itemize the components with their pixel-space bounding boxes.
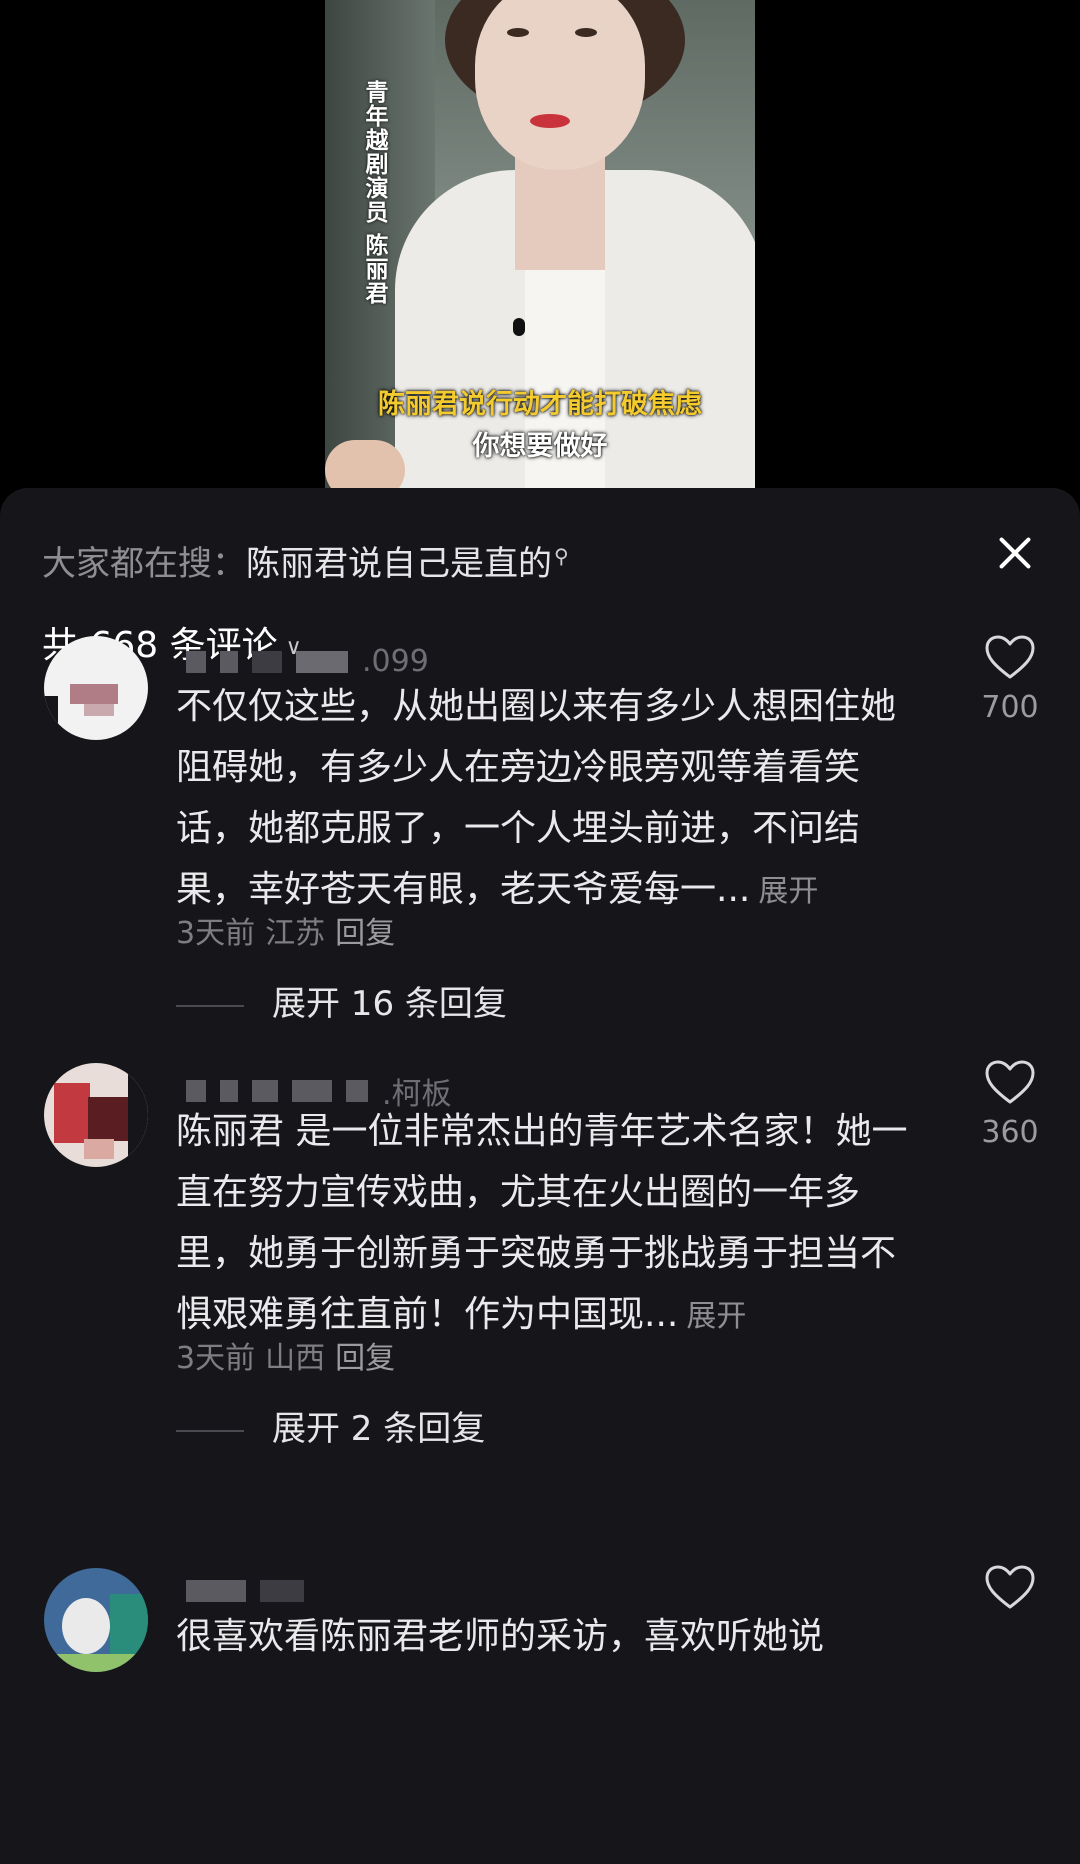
video-figure-lips <box>530 114 570 128</box>
close-icon[interactable] <box>990 528 1040 578</box>
comment-body: 陈丽君 是一位非常杰出的青年艺术名家！她一直在努力宣传戏曲，尤其在火出圈的一年多… <box>176 1111 908 1335</box>
trending-search-bar[interactable]: 大家都在搜：陈丽君说自己是直的 ⚲ <box>42 536 569 585</box>
comment-time: 3天前 <box>176 1341 256 1376</box>
video-vertical-title: 青年越剧演员 陈丽君 <box>361 80 387 306</box>
video-caption-white: 你想要做好 <box>472 431 608 462</box>
divider <box>176 1004 244 1007</box>
comment-text: 不仅仅这些，从她出圈以来有多少人想困住她阻碍她，有多少人在旁边冷眼旁观等着看笑话… <box>176 676 916 922</box>
video-figure-face <box>475 0 645 170</box>
avatar[interactable] <box>44 636 148 740</box>
expand-link[interactable]: 展开 <box>758 874 818 909</box>
heart-icon <box>985 635 1035 679</box>
comment-text: 很喜欢看陈丽君老师的采访，喜欢听她说 <box>176 1606 916 1667</box>
comment-text: 陈丽君 是一位非常杰出的青年艺术名家！她一直在努力宣传戏曲，尤其在火出圈的一年多… <box>176 1101 916 1347</box>
expand-replies-button[interactable]: 展开 16 条回复 <box>176 976 507 1025</box>
like-count: 360 <box>981 1115 1039 1150</box>
divider <box>176 1429 244 1432</box>
username-fragment: .099 <box>362 644 429 679</box>
comment-sheet: 大家都在搜：陈丽君说自己是直的 ⚲ 共 668 条评论 ∨ .099 不仅仅这些，从… <box>0 488 1080 1864</box>
comment-time: 3天前 <box>176 916 256 951</box>
reply-button[interactable]: 回复 <box>335 916 395 951</box>
heart-icon <box>985 1060 1035 1104</box>
expand-link[interactable]: 展开 <box>686 1299 746 1334</box>
comment-meta: 3天前 江苏 回复 <box>176 908 405 952</box>
video-figure-eye <box>507 28 529 37</box>
search-prefix: 大家都在搜： <box>42 544 246 584</box>
search-term-link[interactable]: 陈丽君说自己是直的 <box>246 544 552 584</box>
heart-icon <box>985 1565 1035 1609</box>
expand-replies-label: 展开 2 条回复 <box>272 1409 486 1449</box>
comment-location: 山西 <box>265 1341 326 1376</box>
video-caption-yellow: 陈丽君说行动才能打破焦虑 <box>378 389 702 420</box>
video-player[interactable]: 青年越剧演员 陈丽君 陈丽君说行动才能打破焦虑 你想要做好 <box>325 0 755 488</box>
comment-location: 江苏 <box>265 916 326 951</box>
avatar[interactable] <box>44 1568 148 1672</box>
comment-body: 很喜欢看陈丽君老师的采访，喜欢听她说 <box>176 1616 825 1657</box>
like-button[interactable]: 700 <box>970 634 1050 725</box>
search-icon: ⚲ <box>554 543 569 568</box>
comment-meta: 3天前 山西 回复 <box>176 1333 405 1377</box>
lapel-mic <box>513 318 525 336</box>
like-count: 700 <box>981 690 1039 725</box>
like-button[interactable] <box>970 1564 1050 1620</box>
video-figure-eye <box>575 28 597 37</box>
reply-button[interactable]: 回复 <box>335 1341 395 1376</box>
expand-replies-label: 展开 16 条回复 <box>272 984 507 1024</box>
like-button[interactable]: 360 <box>970 1059 1050 1150</box>
avatar[interactable] <box>44 1063 148 1167</box>
expand-replies-button[interactable]: 展开 2 条回复 <box>176 1401 485 1450</box>
username-blurred[interactable]: .柯板 <box>180 1069 452 1112</box>
username-blurred[interactable]: .099 <box>180 644 429 679</box>
